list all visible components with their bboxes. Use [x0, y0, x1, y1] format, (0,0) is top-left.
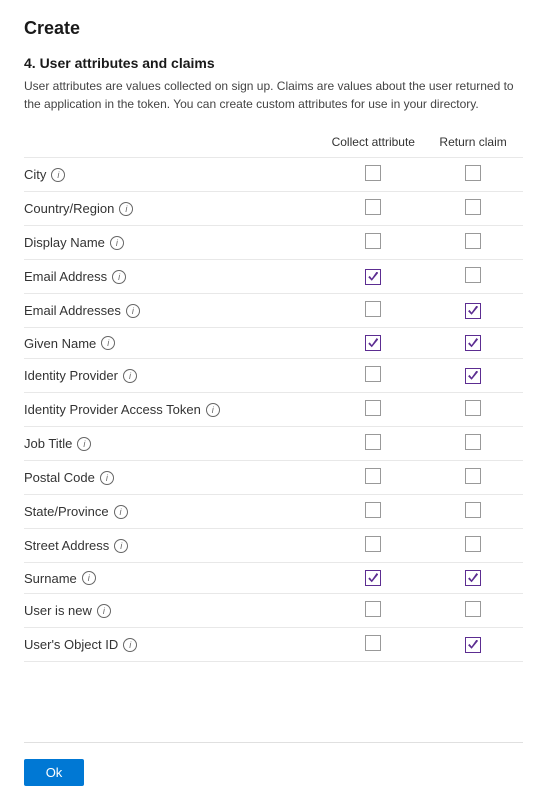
collect-checkbox-11[interactable]: [365, 536, 381, 552]
table-row: Email Address i: [24, 260, 523, 294]
info-icon-4[interactable]: i: [126, 304, 140, 318]
return-checkbox-7[interactable]: [465, 400, 481, 416]
collect-checkbox-12[interactable]: [365, 570, 381, 586]
attr-name-5: Given Name i: [24, 336, 323, 351]
attr-name-7: Identity Provider Access Token i: [24, 402, 323, 417]
attr-name-9: Postal Code i: [24, 470, 323, 485]
info-icon-3[interactable]: i: [112, 270, 126, 284]
return-checkbox-1[interactable]: [465, 199, 481, 215]
info-icon-9[interactable]: i: [100, 471, 114, 485]
table-row: Display Name i: [24, 226, 523, 260]
table-row: Given Name i: [24, 328, 523, 359]
attr-name-6: Identity Provider i: [24, 368, 323, 383]
return-checkbox-9[interactable]: [465, 468, 481, 484]
collect-checkbox-1[interactable]: [365, 199, 381, 215]
collect-checkbox-5[interactable]: [365, 335, 381, 351]
attr-name-3: Email Address i: [24, 269, 323, 284]
attr-name-11: Street Address i: [24, 538, 323, 553]
table-row: Job Title i: [24, 427, 523, 461]
return-checkbox-4[interactable]: [465, 303, 481, 319]
collect-checkbox-4[interactable]: [365, 301, 381, 317]
col-return-header: Return claim: [423, 131, 523, 158]
return-checkbox-0[interactable]: [465, 165, 481, 181]
info-icon-10[interactable]: i: [114, 505, 128, 519]
collect-checkbox-3[interactable]: [365, 269, 381, 285]
description: User attributes are values collected on …: [24, 77, 523, 113]
table-row: User is new i: [24, 594, 523, 628]
collect-checkbox-2[interactable]: [365, 233, 381, 249]
col-collect-header: Collect attribute: [323, 131, 423, 158]
page-title: Create: [24, 18, 523, 39]
info-icon-5[interactable]: i: [101, 336, 115, 350]
table-row: City i: [24, 158, 523, 192]
return-checkbox-6[interactable]: [465, 368, 481, 384]
attr-name-0: City i: [24, 167, 323, 182]
table-row: User's Object ID i: [24, 628, 523, 662]
return-checkbox-13[interactable]: [465, 601, 481, 617]
collect-checkbox-13[interactable]: [365, 601, 381, 617]
table-row: State/Province i: [24, 495, 523, 529]
attr-name-4: Email Addresses i: [24, 303, 323, 318]
return-checkbox-11[interactable]: [465, 536, 481, 552]
attr-name-1: Country/Region i: [24, 201, 323, 216]
table-row: Postal Code i: [24, 461, 523, 495]
info-icon-14[interactable]: i: [123, 638, 137, 652]
return-checkbox-5[interactable]: [465, 335, 481, 351]
attr-name-2: Display Name i: [24, 235, 323, 250]
info-icon-0[interactable]: i: [51, 168, 65, 182]
attr-name-10: State/Province i: [24, 504, 323, 519]
collect-checkbox-7[interactable]: [365, 400, 381, 416]
table-row: Identity Provider Access Token i: [24, 393, 523, 427]
table-row: Identity Provider i: [24, 359, 523, 393]
ok-button[interactable]: Ok: [24, 759, 84, 786]
return-checkbox-12[interactable]: [465, 570, 481, 586]
collect-checkbox-0[interactable]: [365, 165, 381, 181]
info-icon-13[interactable]: i: [97, 604, 111, 618]
collect-checkbox-8[interactable]: [365, 434, 381, 450]
attr-name-8: Job Title i: [24, 436, 323, 451]
table-row: Country/Region i: [24, 192, 523, 226]
return-checkbox-14[interactable]: [465, 637, 481, 653]
collect-checkbox-14[interactable]: [365, 635, 381, 651]
info-icon-1[interactable]: i: [119, 202, 133, 216]
table-row: Street Address i: [24, 529, 523, 563]
collect-checkbox-10[interactable]: [365, 502, 381, 518]
table-row: Email Addresses i: [24, 294, 523, 328]
col-name-header: [24, 131, 323, 158]
section-title: 4. User attributes and claims: [24, 55, 523, 71]
return-checkbox-3[interactable]: [465, 267, 481, 283]
attr-name-13: User is new i: [24, 603, 323, 618]
info-icon-11[interactable]: i: [114, 539, 128, 553]
return-checkbox-2[interactable]: [465, 233, 481, 249]
collect-checkbox-6[interactable]: [365, 366, 381, 382]
info-icon-2[interactable]: i: [110, 236, 124, 250]
attr-name-12: Surname i: [24, 571, 323, 586]
return-checkbox-8[interactable]: [465, 434, 481, 450]
collect-checkbox-9[interactable]: [365, 468, 381, 484]
attr-name-14: User's Object ID i: [24, 637, 323, 652]
info-icon-6[interactable]: i: [123, 369, 137, 383]
table-row: Surname i: [24, 563, 523, 594]
info-icon-7[interactable]: i: [206, 403, 220, 417]
info-icon-8[interactable]: i: [77, 437, 91, 451]
info-icon-12[interactable]: i: [82, 571, 96, 585]
return-checkbox-10[interactable]: [465, 502, 481, 518]
